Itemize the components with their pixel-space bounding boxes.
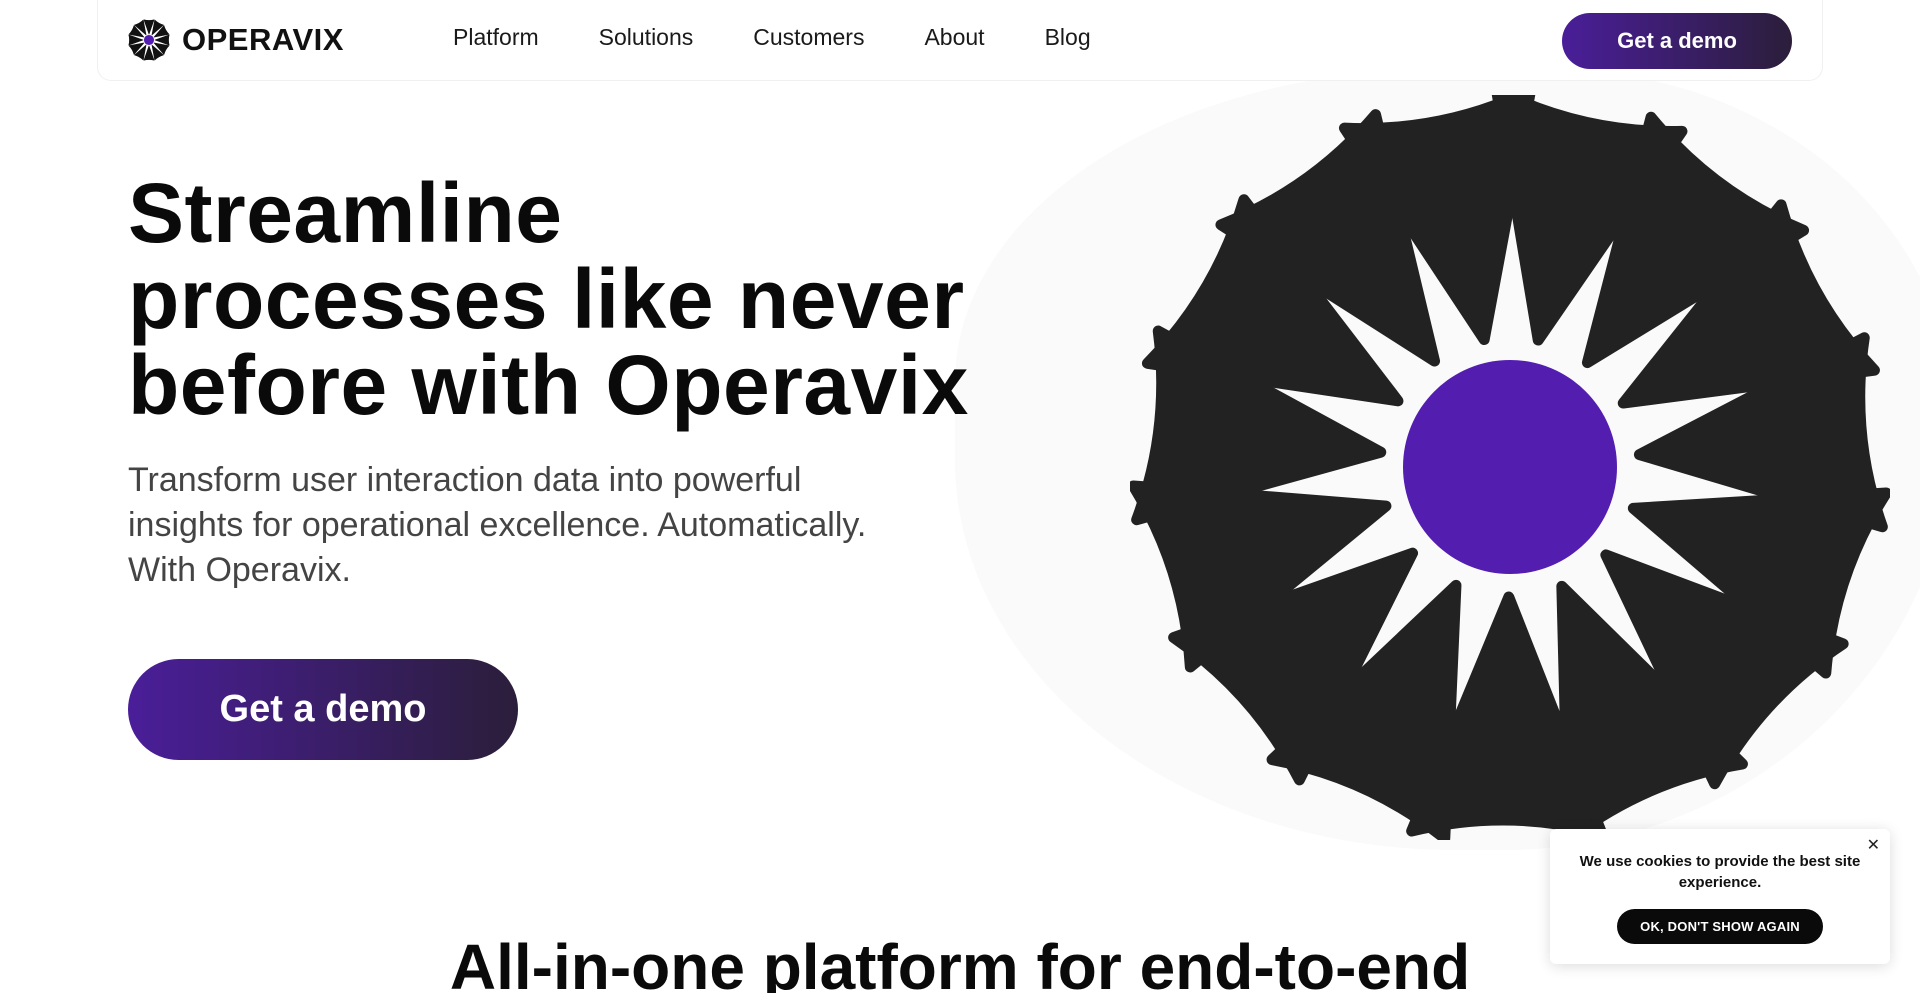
nav-links: Platform Solutions Customers About Blog: [453, 24, 1151, 51]
hero-subtitle: Transform user interaction data into pow…: [128, 461, 867, 589]
burst-logo-icon: [128, 19, 170, 61]
burst-illustration: [1130, 95, 1890, 840]
brand-name: OPERAVIX: [182, 22, 344, 57]
cookie-accept-button[interactable]: OK, DON'T SHOW AGAIN: [1617, 909, 1823, 944]
hero-text: Streamline processes like never before w…: [128, 170, 988, 593]
logo[interactable]: OPERAVIX: [128, 19, 344, 61]
burst-center: [143, 34, 155, 46]
nav-link-about[interactable]: About: [924, 24, 984, 51]
burst-center: [1403, 360, 1617, 574]
nav-link-solutions[interactable]: Solutions: [599, 24, 694, 51]
cookie-message: We use cookies to provide the best site …: [1579, 853, 1861, 891]
cookie-banner: ✕ We use cookies to provide the best sit…: [1550, 829, 1890, 964]
hero-get-demo-button[interactable]: Get a demo: [128, 659, 518, 760]
nav-link-customers[interactable]: Customers: [753, 24, 864, 51]
nav-get-demo-button[interactable]: Get a demo: [1562, 13, 1792, 69]
nav-link-blog[interactable]: Blog: [1045, 24, 1091, 51]
nav-link-platform[interactable]: Platform: [453, 24, 539, 51]
hero-title: Streamline processes like never before w…: [128, 166, 969, 432]
top-navigation: OPERAVIX Platform Solutions Customers Ab…: [97, 0, 1823, 81]
